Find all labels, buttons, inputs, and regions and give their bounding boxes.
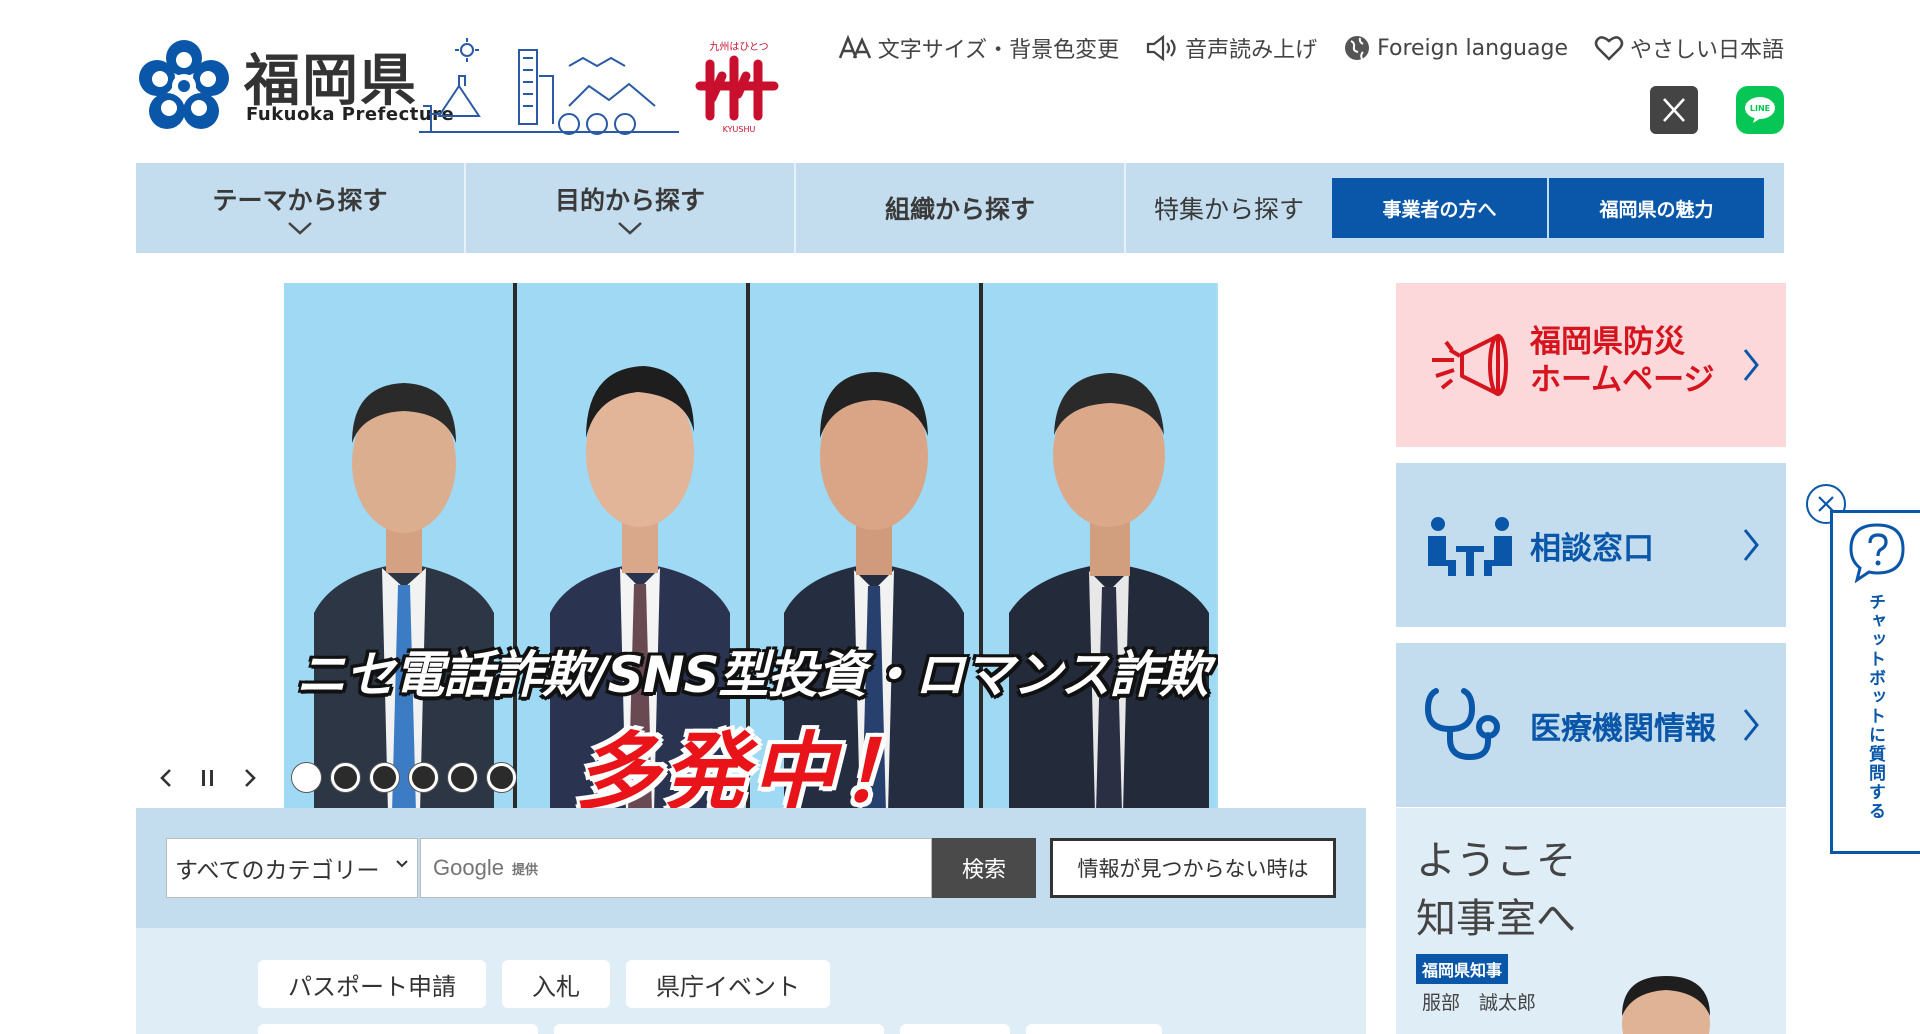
slider-controls	[154, 763, 516, 792]
category-select[interactable]: すべてのカテゴリー	[166, 838, 418, 898]
tag-partial[interactable]	[900, 1024, 1010, 1034]
megaphone-icon	[1432, 334, 1508, 396]
slide-dot-5[interactable]	[448, 763, 477, 792]
chevron-right-icon	[1743, 709, 1759, 741]
nav-feature-label: 特集から探す	[1153, 195, 1304, 224]
skyline-illustration-icon	[419, 38, 679, 135]
medical-institution-card[interactable]: 医療機関情報	[1396, 643, 1786, 807]
governor-office[interactable]: ようこそ 知事室へ 福岡県知事 服部 誠太郎	[1396, 808, 1786, 1034]
easy-japanese-link-label: やさしい日本語	[1629, 38, 1784, 63]
medical-institution-label: 医療機関情報	[1530, 710, 1716, 747]
svg-text:LINE: LINE	[1750, 104, 1770, 113]
disaster-label-line1: 福岡県防災	[1530, 324, 1685, 360]
disaster-homepage-label: 福岡県防災 ホームページ	[1530, 323, 1714, 399]
consultation-label: 相談窓口	[1530, 530, 1654, 567]
tag-passport[interactable]: パスポート申請	[258, 960, 486, 1008]
slide-dot-3[interactable]	[370, 763, 399, 792]
search-button[interactable]: 検索	[932, 838, 1036, 898]
foreign-language-link[interactable]: Foreign language	[1343, 34, 1568, 62]
nav-feature[interactable]: 特集から探す	[1126, 163, 1332, 253]
provided-label: 提供	[511, 862, 538, 878]
font-size-link-label: 文字サイズ・背景色変更	[877, 38, 1120, 63]
fukuoka-emblem-icon	[139, 40, 229, 129]
site-logo[interactable]: 福岡県 Fukuoka Prefecture 九州はひとつ KYUSHU	[136, 36, 779, 136]
sns-links: LINE	[1650, 86, 1784, 134]
chatbot-label: チャットボットに質問する	[1865, 593, 1885, 821]
foreign-language-link-label: Foreign language	[1377, 35, 1568, 61]
svg-text:KYUSHU: KYUSHU	[723, 125, 756, 134]
governor-badge: 福岡県知事	[1416, 954, 1509, 984]
site-search: すべてのカテゴリー Google 提供 検索 情報が見つからない時は	[136, 808, 1366, 928]
slide-caption: ニセ電話詐欺/SNS型投資・ロマンス詐欺	[296, 646, 1208, 704]
chevron-left-icon	[160, 768, 171, 787]
consultation-card[interactable]: 相談窓口	[1396, 463, 1786, 627]
line-icon: LINE	[1745, 97, 1775, 123]
speaker-icon	[1146, 34, 1176, 62]
tag-list-second-row	[258, 1024, 1162, 1034]
not-found-button[interactable]: 情報が見つからない時は	[1050, 838, 1336, 898]
slide-dot-6[interactable]	[487, 763, 516, 792]
nav-organization[interactable]: 組織から探す	[796, 163, 1126, 253]
popular-tags: パスポート申請 入札 県庁イベント	[136, 928, 1366, 1034]
nav-purpose[interactable]: 目的から探す	[466, 163, 796, 253]
kyushu-tagline: 九州はひとつ	[709, 41, 768, 53]
chevron-down-icon	[288, 222, 312, 235]
slide-caption-emphasis: 多発中！	[574, 723, 927, 808]
nav-theme[interactable]: テーマから探す	[136, 163, 466, 253]
prev-slide-button[interactable]	[154, 764, 178, 792]
slide-dot-1[interactable]	[292, 763, 321, 792]
voice-read-link[interactable]: 音声読み上げ	[1145, 32, 1317, 64]
nav-charm-button[interactable]: 福岡県の魅力	[1549, 178, 1766, 238]
globe-icon	[1345, 36, 1370, 60]
slide-dot-2[interactable]	[331, 763, 360, 792]
disaster-label-line2: ホームページ	[1530, 362, 1715, 398]
font-size-link[interactable]: 文字サイズ・背景色変更	[838, 32, 1119, 64]
nav-organization-label: 組織から探す	[884, 195, 1035, 224]
chevron-right-icon	[245, 768, 256, 787]
hero-slider: ニセ電話詐欺/SNS型投資・ロマンス詐欺 多発中！	[136, 283, 1366, 808]
tag-events[interactable]: 県庁イベント	[626, 960, 830, 1008]
chevron-right-icon	[1743, 349, 1759, 381]
google-label: Google	[433, 855, 504, 880]
chevron-down-icon	[618, 222, 642, 235]
disaster-homepage-card[interactable]: 福岡県防災 ホームページ	[1396, 283, 1786, 447]
search-input[interactable]: Google 提供	[420, 838, 932, 898]
stethoscope-icon	[1424, 688, 1500, 761]
nav-business-button[interactable]: 事業者の方へ	[1332, 178, 1549, 238]
governor-photo	[1622, 976, 1710, 1034]
hero-slide[interactable]: ニセ電話詐欺/SNS型投資・ロマンス詐欺 多発中！	[284, 283, 1218, 808]
voice-read-link-label: 音声読み上げ	[1185, 38, 1318, 63]
category-select-value: すべてのカテゴリー	[175, 858, 380, 884]
easy-japanese-link[interactable]: やさしい日本語	[1594, 32, 1784, 64]
utility-links: 文字サイズ・背景色変更 音声読み上げ Foreign language やさしい…	[838, 32, 1784, 64]
line-button[interactable]: LINE	[1736, 86, 1784, 134]
nav-purpose-label: 目的から探す	[554, 186, 705, 215]
tag-partial[interactable]	[1026, 1024, 1162, 1034]
governor-name: 服部 誠太郎	[1422, 992, 1537, 1014]
nav-theme-label: テーマから探す	[212, 186, 388, 215]
question-bubble-icon	[1849, 523, 1905, 583]
x-icon	[1663, 98, 1685, 122]
slide-dot-4[interactable]	[409, 763, 438, 792]
kyushu-logo-icon: 九州はひとつ KYUSHU	[695, 41, 779, 134]
tag-partial[interactable]	[554, 1024, 884, 1034]
x-button[interactable]	[1650, 86, 1698, 134]
governor-title-line2: 知事室へ	[1416, 896, 1576, 942]
chatbot-launcher[interactable]: チャットボットに質問する	[1830, 510, 1920, 854]
pause-slide-button[interactable]	[196, 764, 220, 792]
tag-bidding[interactable]: 入札	[502, 960, 610, 1008]
governor-title: ようこそ 知事室へ	[1416, 832, 1576, 948]
heart-icon	[1594, 36, 1624, 61]
next-slide-button[interactable]	[238, 764, 262, 792]
tag-list: パスポート申請 入札 県庁イベント	[258, 960, 1258, 1008]
font-size-icon	[838, 34, 871, 59]
chevron-down-icon	[396, 860, 408, 868]
tag-partial[interactable]	[258, 1024, 538, 1034]
chevron-right-icon	[1743, 529, 1759, 561]
slide-dots	[292, 763, 516, 792]
global-nav: テーマから探す 目的から探す 組織から探す 特集から探す 事業者の方へ 福岡県の…	[136, 163, 1784, 253]
consultation-icon	[1428, 517, 1512, 576]
pause-icon	[202, 769, 213, 786]
governor-title-line1: ようこそ	[1416, 838, 1576, 884]
